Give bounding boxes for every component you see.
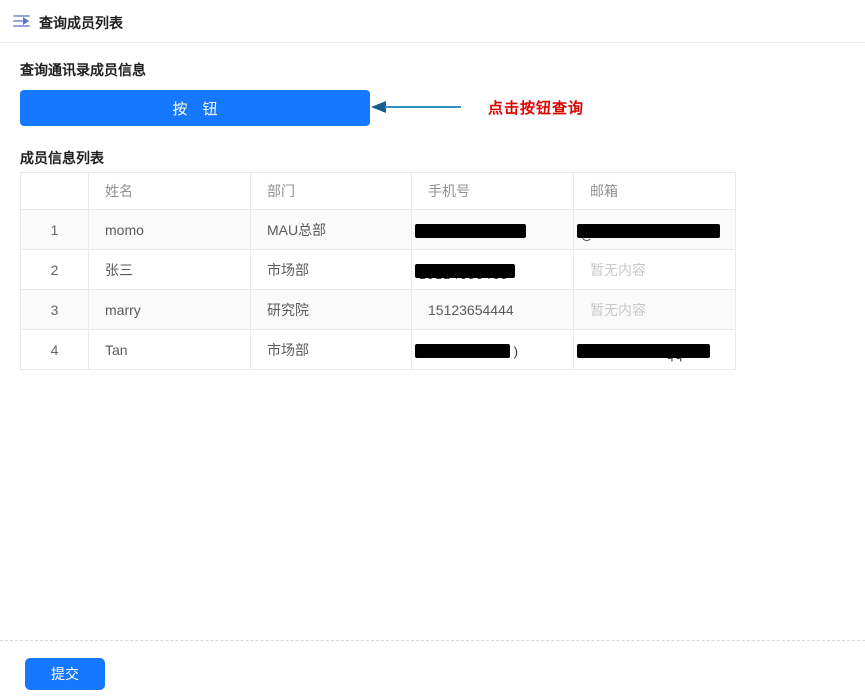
cell-index: 4 [21,330,89,370]
cell-index: 3 [21,290,89,330]
annotation-text: 点击按钮查询 [488,97,584,118]
arrow-line [385,106,461,108]
table-row: 4Tan市场部) qq [21,330,736,370]
cell-index: 2 [21,250,89,290]
redaction-bar: ) [415,344,510,358]
cell-email: qq [574,330,736,370]
col-header-name: 姓名 [89,173,251,210]
cell-name: momo [89,210,251,250]
footer-divider [0,640,865,641]
empty-placeholder: 暂无内容 [590,302,646,318]
submit-button[interactable]: 提交 [25,658,105,690]
cell-name: marry [89,290,251,330]
cell-dept: MAU总部 [251,210,412,250]
member-list-label: 成员信息列表 [20,148,104,168]
table-row: 3marry研究院15123654444 暂无内容 [21,290,736,330]
arrow-left-icon [371,101,386,113]
member-table: 姓名 部门 手机号 邮箱 1momoMAU总部@2张三市场部1912465546… [20,172,736,370]
cell-name: 张三 [89,250,251,290]
top-bar: 查询成员列表 [0,0,865,43]
cell-email: 暂无内容 [574,290,736,330]
cell-phone: 15123654444 [412,290,574,330]
cell-email: 暂无内容 [574,250,736,290]
cell-dept: 市场部 [251,250,412,290]
col-header-phone: 手机号 [412,173,574,210]
cell-dept: 市场部 [251,330,412,370]
cell-phone [412,210,574,250]
cell-phone: 19124655465 [412,250,574,290]
page-title: 查询成员列表 [39,13,123,33]
col-header-index [21,173,89,210]
empty-placeholder: 暂无内容 [590,262,646,278]
query-button[interactable]: 按 钮 [20,90,370,126]
cell-phone: ) [412,330,574,370]
table-row: 1momoMAU总部 @ [21,210,736,250]
table-header-row: 姓名 部门 手机号 邮箱 [21,173,736,210]
cell-dept: 研究院 [251,290,412,330]
col-header-dept: 部门 [251,173,412,210]
cell-index: 1 [21,210,89,250]
cell-email: @ [574,210,736,250]
table-row: 2张三市场部19124655465 暂无内容 [21,250,736,290]
query-section-label: 查询通讯录成员信息 [20,60,146,80]
redaction-bar: @ [577,224,720,238]
cell-name: Tan [89,330,251,370]
redaction-bar: 19124655465 [415,264,515,278]
redaction-bar [415,224,526,238]
col-header-email: 邮箱 [574,173,736,210]
redaction-bar: qq [577,344,710,358]
collapse-menu-icon[interactable] [13,14,31,29]
